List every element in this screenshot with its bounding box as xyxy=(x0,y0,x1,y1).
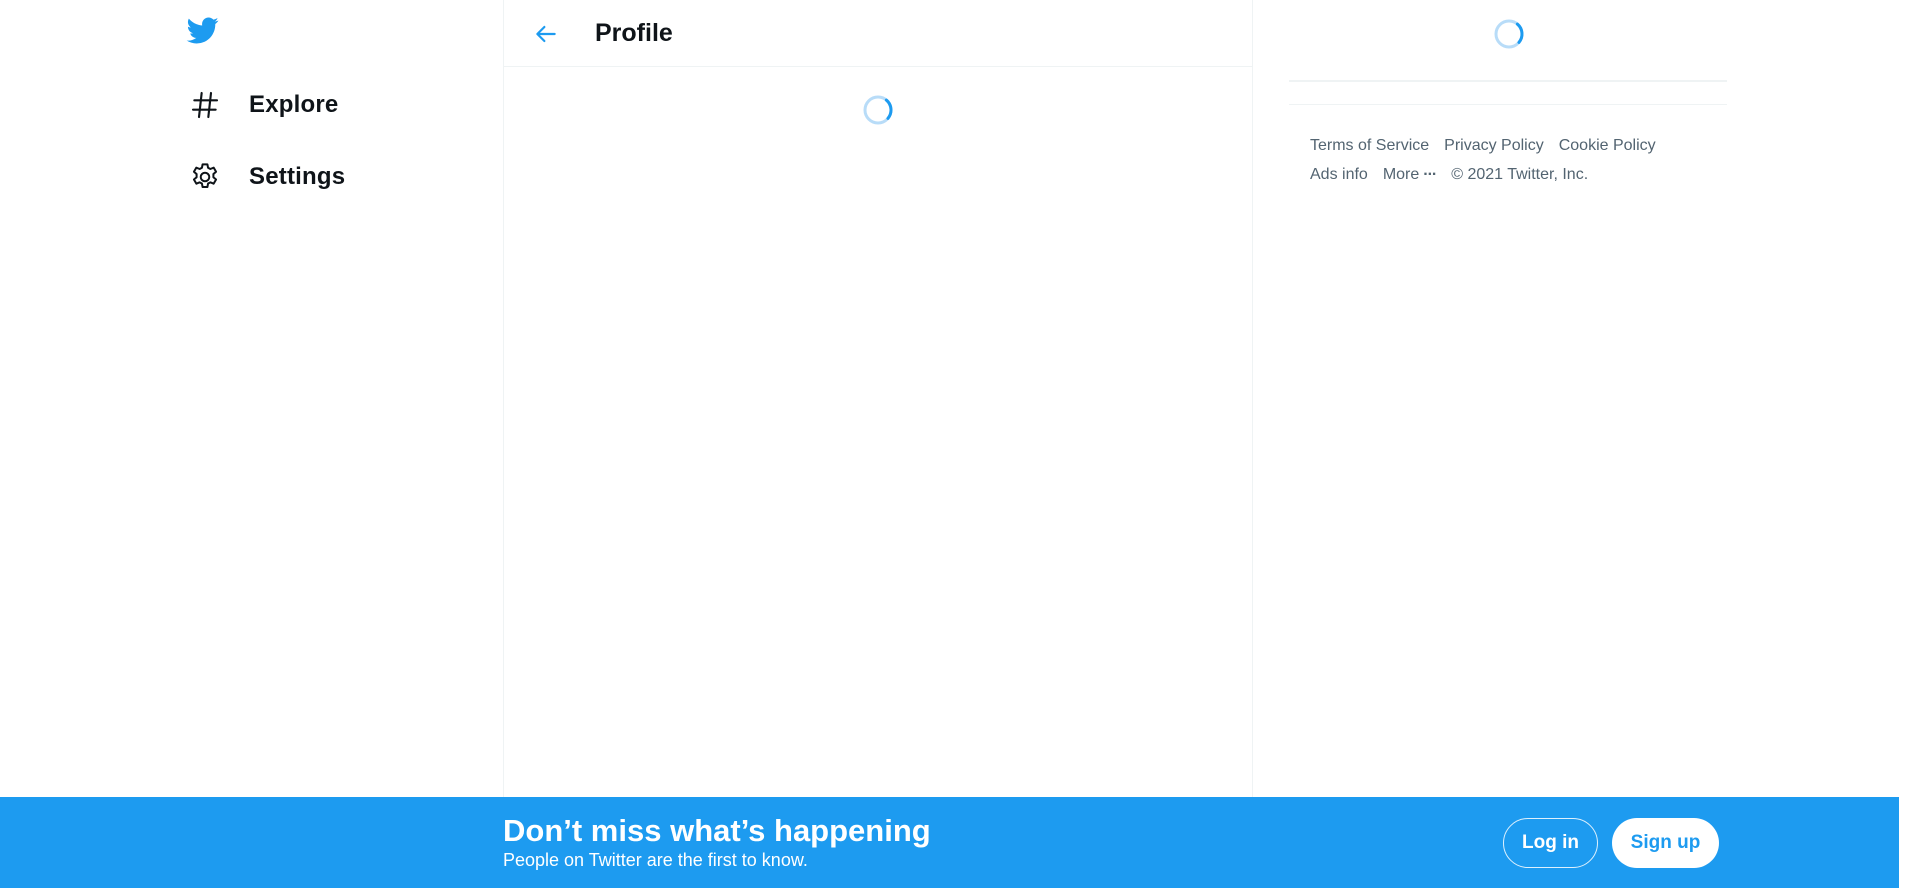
main-column: Profile xyxy=(503,0,1253,797)
banner-subtitle: People on Twitter are the first to know. xyxy=(503,850,808,870)
sidebar: Explore Settings xyxy=(0,0,503,797)
banner-title: Don’t miss what’s happening xyxy=(503,813,931,848)
spinner-icon xyxy=(861,93,895,127)
more-menu-button[interactable]: More ··· xyxy=(1382,160,1437,189)
sidebar-item-label: Settings xyxy=(249,163,346,190)
sidebar-item-explore[interactable]: Explore xyxy=(186,85,338,125)
right-column: Terms of Service Privacy Policy Cookie P… xyxy=(1253,0,1920,797)
more-label: More xyxy=(1382,166,1420,183)
spinner-icon xyxy=(1492,17,1526,51)
ellipsis-icon: ··· xyxy=(1423,166,1437,183)
gear-icon xyxy=(186,158,224,196)
scrollbar-track[interactable] xyxy=(1899,0,1920,888)
page: Explore Settings Profile Terms of Servic… xyxy=(0,0,1920,888)
hashtag-icon xyxy=(186,86,224,124)
sidebar-item-label: Explore xyxy=(249,91,339,118)
arrow-left-icon xyxy=(533,21,559,47)
sidebar-item-settings[interactable]: Settings xyxy=(186,157,345,197)
terms-of-service-link[interactable]: Terms of Service xyxy=(1310,131,1429,160)
signup-banner: Don’t miss what’s happening People on Tw… xyxy=(0,797,1899,888)
twitter-bird-icon xyxy=(184,14,224,46)
ads-info-link[interactable]: Ads info xyxy=(1310,160,1368,189)
back-button[interactable] xyxy=(526,14,566,54)
log-in-button[interactable]: Log in xyxy=(1503,818,1598,868)
copyright-text: © 2021 Twitter, Inc. xyxy=(1451,166,1589,183)
sign-up-button[interactable]: Sign up xyxy=(1612,818,1719,868)
privacy-policy-link[interactable]: Privacy Policy xyxy=(1444,131,1544,160)
divider xyxy=(1289,80,1727,82)
footer-links: Terms of Service Privacy Policy Cookie P… xyxy=(1310,131,1730,189)
divider xyxy=(1289,104,1727,105)
twitter-logo-link[interactable] xyxy=(184,14,224,50)
cookie-policy-link[interactable]: Cookie Policy xyxy=(1559,131,1656,160)
page-title: Profile xyxy=(595,19,673,47)
profile-header: Profile xyxy=(504,0,1252,67)
